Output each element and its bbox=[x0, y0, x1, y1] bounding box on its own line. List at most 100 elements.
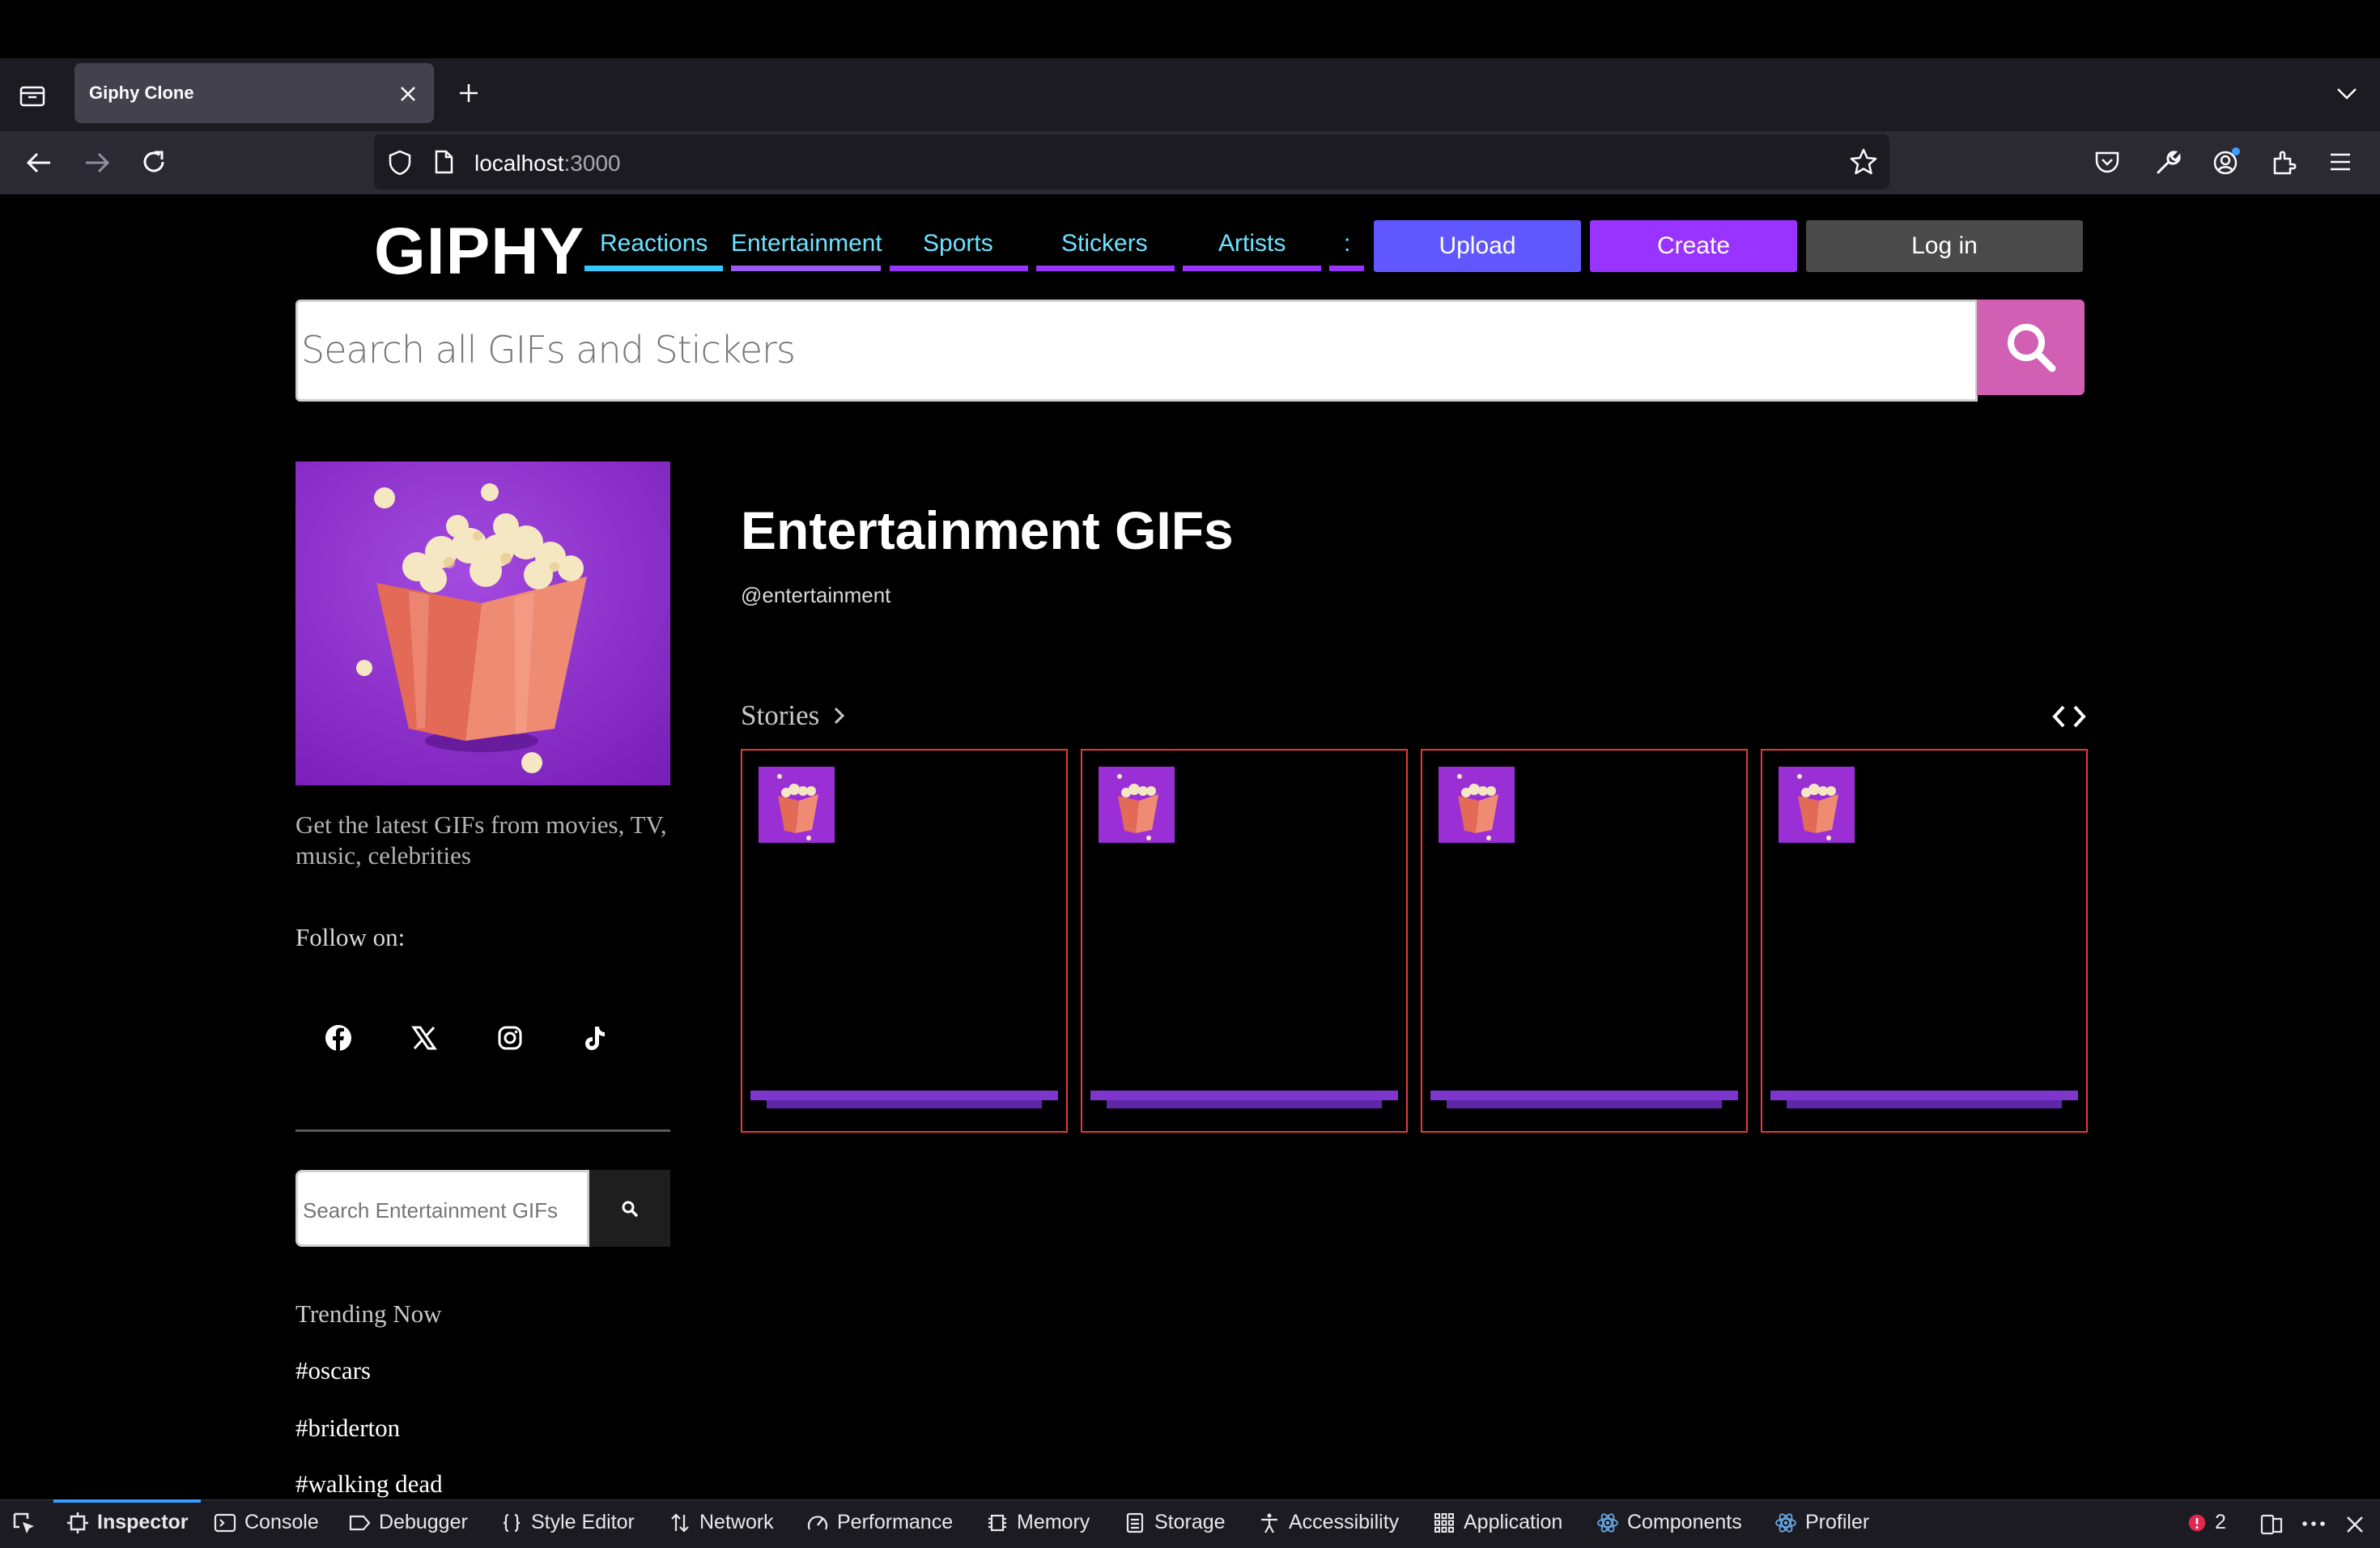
close-tab-icon[interactable] bbox=[398, 84, 418, 104]
new-tab-icon[interactable] bbox=[457, 81, 481, 105]
search-button[interactable] bbox=[1977, 300, 2085, 395]
memory-icon bbox=[988, 1514, 1006, 1531]
search-icon bbox=[2003, 319, 2059, 376]
nav-sports[interactable]: Sports bbox=[923, 232, 993, 256]
error-count-badge[interactable]: 2 bbox=[2187, 1511, 2226, 1534]
devtools-tab-label: Network bbox=[699, 1511, 774, 1533]
devtools-tab-label: Inspector bbox=[97, 1511, 189, 1533]
devtools-tab-components[interactable]: Components bbox=[1596, 1511, 1742, 1534]
story-card[interactable] bbox=[1081, 749, 1408, 1133]
story-base-shadow bbox=[1107, 1100, 1382, 1108]
upload-button[interactable]: Upload bbox=[1374, 220, 1581, 272]
shield-icon[interactable] bbox=[387, 149, 413, 176]
dt-active-indicator bbox=[53, 1499, 201, 1503]
stories-label: Stories bbox=[741, 700, 820, 731]
error-count: 2 bbox=[2215, 1511, 2226, 1533]
story-base bbox=[1770, 1091, 2078, 1100]
story-base bbox=[1430, 1091, 1738, 1100]
devtools-tab-style-editor[interactable]: Style Editor bbox=[500, 1511, 635, 1534]
story-thumbnail bbox=[1439, 767, 1515, 843]
chevron-right-icon bbox=[834, 707, 845, 725]
wrench-icon[interactable] bbox=[2153, 147, 2181, 176]
nav-more[interactable]: : bbox=[1344, 232, 1350, 256]
story-thumbnail bbox=[759, 767, 835, 843]
nav-reactions[interactable]: Reactions bbox=[600, 232, 708, 256]
element-picker-icon[interactable] bbox=[11, 1511, 37, 1537]
devtools-tab-label: Components bbox=[1627, 1511, 1742, 1533]
story-base-shadow bbox=[1447, 1100, 1722, 1108]
instagram-icon[interactable] bbox=[492, 1020, 528, 1056]
carousel-prev-icon[interactable] bbox=[2050, 703, 2068, 730]
more-options-icon[interactable] bbox=[2299, 1511, 2328, 1537]
devtools-tab-inspector[interactable]: Inspector bbox=[66, 1511, 189, 1534]
tab-overview-icon[interactable] bbox=[18, 81, 47, 108]
devtools-tab-accessibility[interactable]: Accessibility bbox=[1258, 1511, 1399, 1534]
create-button[interactable]: Create bbox=[1590, 220, 1797, 272]
devtools-tab-label: Accessibility bbox=[1289, 1511, 1400, 1533]
devtools-tab-label: Performance bbox=[837, 1511, 954, 1533]
nav-reactions-underline bbox=[584, 266, 723, 271]
follow-on-label: Follow on: bbox=[295, 923, 406, 951]
page-info-icon[interactable] bbox=[432, 149, 455, 175]
facebook-icon[interactable] bbox=[321, 1020, 356, 1056]
trending-tag[interactable]: #oscars bbox=[295, 1356, 371, 1385]
devtools-tab-debugger[interactable]: Debugger bbox=[348, 1511, 468, 1534]
reload-icon[interactable] bbox=[139, 147, 168, 176]
nav-artists-underline bbox=[1183, 266, 1321, 271]
story-card[interactable] bbox=[1421, 749, 1748, 1133]
devtools-tab-storage[interactable]: Storage bbox=[1124, 1511, 1226, 1534]
network-icon bbox=[671, 1512, 689, 1533]
story-card[interactable] bbox=[741, 749, 1068, 1133]
devtools-tab-performance[interactable]: Performance bbox=[806, 1511, 953, 1534]
channel-description: Get the latest GIFs from movies, TV, mus… bbox=[295, 810, 667, 870]
nav-entertainment[interactable]: Entertainment bbox=[731, 232, 882, 256]
trending-heading: Trending Now bbox=[295, 1299, 442, 1328]
devtools-tab-label: Debugger bbox=[379, 1511, 468, 1533]
extensions-icon[interactable] bbox=[2270, 147, 2297, 176]
performance-icon bbox=[807, 1515, 828, 1529]
responsive-design-icon[interactable] bbox=[2259, 1511, 2284, 1537]
story-base bbox=[1090, 1091, 1398, 1100]
devtools-tab-network[interactable]: Network bbox=[669, 1511, 774, 1534]
devtools-tab-memory[interactable]: Memory bbox=[986, 1511, 1090, 1534]
tab-list-chevron-icon[interactable] bbox=[2335, 84, 2359, 102]
forward-arrow-icon[interactable] bbox=[83, 149, 112, 176]
giphy-logo[interactable]: GIPHY bbox=[374, 219, 584, 285]
trending-tag[interactable]: #briderton bbox=[295, 1414, 400, 1443]
close-devtools-icon[interactable] bbox=[2344, 1514, 2365, 1535]
accessibility-icon bbox=[1261, 1513, 1277, 1533]
devtools-tab-application[interactable]: Application bbox=[1433, 1511, 1562, 1534]
menu-icon[interactable] bbox=[2328, 151, 2352, 173]
story-base-shadow bbox=[767, 1100, 1042, 1108]
channel-avatar bbox=[295, 461, 670, 785]
error-icon bbox=[2188, 1514, 2206, 1531]
nav-artists[interactable]: Artists bbox=[1218, 232, 1286, 256]
stories-link[interactable]: Stories bbox=[741, 700, 848, 732]
console-icon bbox=[214, 1513, 236, 1532]
devtools-tab-profiler[interactable]: Profiler bbox=[1774, 1511, 1869, 1534]
story-thumbnail bbox=[1099, 767, 1175, 843]
story-base-shadow bbox=[1787, 1100, 2062, 1108]
nav-stickers[interactable]: Stickers bbox=[1061, 232, 1148, 256]
pocket-icon[interactable] bbox=[2093, 149, 2121, 175]
login-button[interactable]: Log in bbox=[1806, 220, 2083, 272]
bookmark-star-icon[interactable] bbox=[1849, 147, 1878, 176]
story-thumbnail bbox=[1779, 767, 1855, 843]
channel-handle[interactable]: @entertainment bbox=[741, 583, 890, 608]
tiktok-icon[interactable] bbox=[578, 1020, 614, 1056]
account-icon[interactable] bbox=[2210, 146, 2242, 178]
channel-search-button[interactable] bbox=[589, 1170, 670, 1247]
nav-more-underline bbox=[1329, 266, 1364, 271]
story-card[interactable] bbox=[1761, 749, 2088, 1133]
nav-sports-underline bbox=[890, 266, 1028, 271]
devtools-tab-label: Application bbox=[1464, 1511, 1563, 1533]
devtools-tab-console[interactable]: Console bbox=[214, 1511, 319, 1534]
carousel-next-icon[interactable] bbox=[2071, 703, 2089, 730]
trending-tag[interactable]: #walking dead bbox=[295, 1469, 443, 1499]
x-icon[interactable] bbox=[406, 1020, 442, 1056]
nav-entertainment-underline bbox=[731, 266, 881, 271]
url-text: localhost:3000 bbox=[474, 151, 621, 176]
back-arrow-icon[interactable] bbox=[24, 149, 53, 176]
url-host: localhost bbox=[474, 151, 564, 176]
devtools-tab-label: Memory bbox=[1017, 1511, 1090, 1533]
